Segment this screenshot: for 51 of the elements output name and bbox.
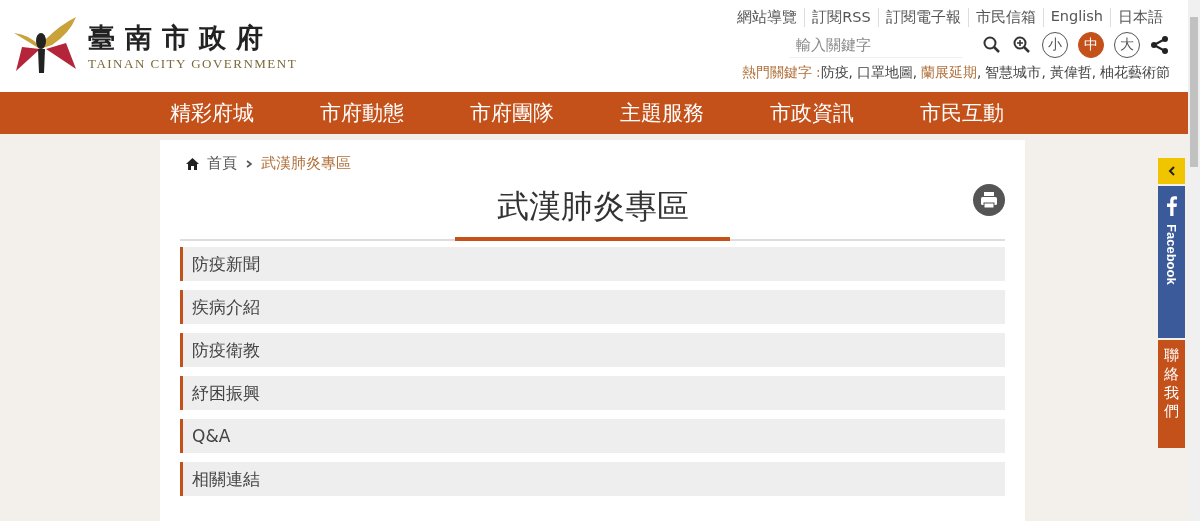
font-size-button[interactable]: 小 (1042, 32, 1068, 58)
top-link[interactable]: 日本語 (1110, 8, 1170, 27)
separator: , (1091, 64, 1096, 82)
hot-keywords-label: 熱門關鍵字 : (741, 64, 821, 82)
top-link[interactable]: 訂閱電子報 (877, 8, 968, 27)
keyword-link[interactable]: 蘭展延期 (921, 64, 978, 82)
nav-item[interactable]: 市府動態 (320, 92, 470, 134)
menu-item[interactable]: 疾病介紹 (180, 290, 1005, 324)
scrollbar[interactable] (1188, 0, 1200, 521)
site-title: 臺南市政府 (88, 21, 274, 55)
nav-item[interactable]: 市政資訊 (770, 92, 920, 134)
top-link[interactable]: English (1042, 8, 1110, 27)
page-title: 武漢肺炎專區 (496, 186, 689, 227)
separator: , (848, 64, 853, 82)
zoom-in-icon[interactable] (1012, 35, 1032, 55)
separator: , (977, 64, 982, 82)
chevron-icon (1167, 166, 1176, 176)
share-icon[interactable] (1150, 35, 1170, 55)
print-icon[interactable] (973, 184, 1005, 216)
nav-item[interactable]: 精彩府城 (170, 92, 320, 134)
nav-item[interactable]: 主題服務 (620, 92, 770, 134)
keyword-link[interactable]: 防疫 (820, 64, 849, 82)
top-link[interactable]: 網站導覽 (730, 8, 805, 27)
menu-item[interactable]: Q&A (180, 419, 1005, 453)
menu-item[interactable]: 防疫新聞 (180, 247, 1005, 281)
menu-item[interactable]: 紓困振興 (180, 376, 1005, 410)
scrollbar-thumb[interactable] (1190, 17, 1198, 167)
site-subtitle: TAINAN CITY GOVERNMENT (88, 56, 298, 72)
menu-item[interactable]: 防疫衛教 (180, 333, 1005, 367)
nav-item[interactable]: 市民互動 (920, 92, 1070, 134)
nav-item[interactable]: 市府團隊 (470, 92, 620, 134)
keyword-link[interactable]: 柚花藝術節 (1100, 64, 1170, 82)
facebook-tab[interactable]: Facebook (1158, 186, 1185, 338)
top-link[interactable]: 訂閱RSS (804, 8, 878, 27)
menu-item[interactable]: 相關連結 (180, 462, 1005, 496)
keyword-link[interactable]: 黃偉哲 (1049, 64, 1092, 82)
collapse-button[interactable] (1158, 158, 1185, 184)
font-size-button[interactable]: 中 (1078, 32, 1104, 58)
separator: , (1041, 64, 1046, 82)
keyword-link[interactable]: 口罩地圖 (856, 64, 913, 82)
chevron-icon (245, 158, 253, 169)
home-icon[interactable] (186, 157, 199, 170)
breadcrumb-link[interactable]: 首頁 (207, 154, 237, 173)
facebook-icon (1166, 196, 1177, 216)
top-link[interactable]: 市民信箱 (967, 8, 1043, 27)
separator: , (912, 64, 918, 82)
contact-tab[interactable]: 聯絡我們 (1158, 340, 1185, 448)
font-size-button[interactable]: 大 (1114, 32, 1140, 58)
keyword-link[interactable]: 智慧城市 (985, 64, 1042, 82)
breadcrumb-current: 武漢肺炎專區 (261, 154, 351, 173)
search-icon[interactable] (982, 35, 1002, 55)
